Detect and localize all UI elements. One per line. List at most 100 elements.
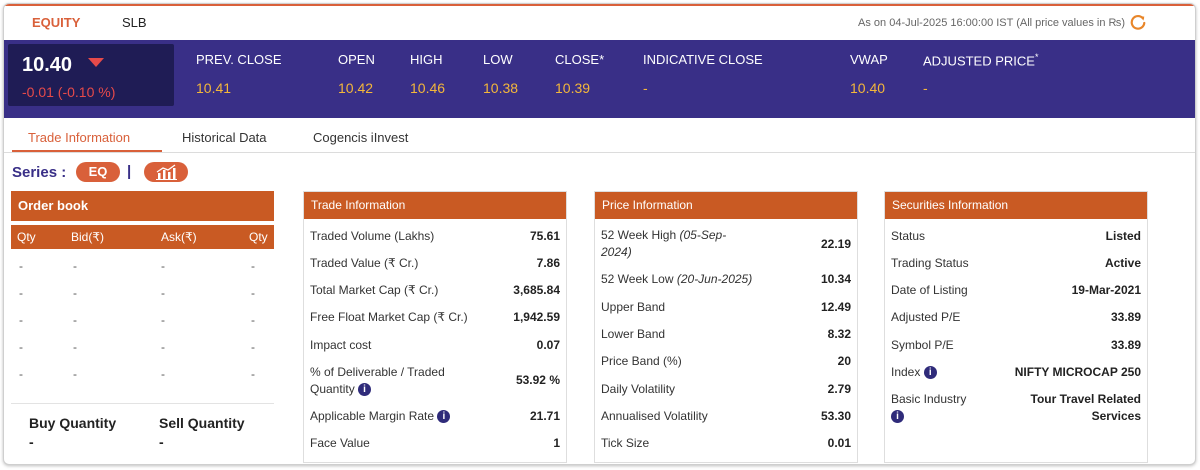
week-high-label: 52 Week High: [601, 228, 677, 242]
order-book-header: Qty Bid(₹) Ask(₹) Qty: [11, 225, 274, 249]
refresh-icon[interactable]: [1129, 13, 1147, 31]
tab-trade-information[interactable]: Trade Information: [28, 130, 130, 145]
face-value-value: 1: [553, 436, 560, 450]
index-label: Index: [891, 365, 921, 379]
week-high-label-row: 52 Week High (05-Sep-: [601, 228, 726, 242]
sell-quantity-value: -: [159, 434, 164, 450]
price-change: -0.01 (-0.10 %): [22, 84, 116, 100]
bar-chart-icon: [156, 164, 177, 180]
adjusted-price-label: ADJUSTED PRICE*: [923, 52, 1038, 68]
order-book-panel: Order book Qty Bid(₹) Ask(₹) Qty - - - -…: [11, 191, 274, 461]
free-float-market-cap-value: 1,942.59: [513, 310, 560, 324]
as-on-timestamp: As on 04-Jul-2025 16:00:00 IST (All pric…: [858, 17, 1125, 29]
info-icon[interactable]: i: [358, 383, 372, 397]
basic-industry-info: i: [891, 409, 904, 424]
trading-status-label: Trading Status: [891, 256, 969, 270]
indicative-close-label: INDICATIVE CLOSE: [643, 52, 763, 67]
info-icon[interactable]: i: [437, 410, 451, 424]
week-high-date-line2: 2024): [601, 245, 632, 259]
basic-industry-value: Tour Travel Related: [1030, 392, 1141, 406]
indicative-close-value: -: [643, 80, 648, 96]
adjusted-price-text: ADJUSTED PRICE: [923, 53, 1035, 69]
tab-equity[interactable]: EQUITY: [32, 15, 80, 30]
upper-band-label: Upper Band: [601, 300, 666, 314]
adjusted-pe-label: Adjusted P/E: [891, 310, 961, 324]
last-price: 10.40: [22, 54, 73, 76]
listing-date-label: Date of Listing: [891, 283, 968, 297]
index-label-row: Index i: [891, 365, 937, 380]
tick-size-value: 0.01: [827, 436, 851, 450]
active-tab-underline: [12, 150, 162, 152]
price-band-label: Price Band (%): [601, 354, 682, 368]
quote-band: 10.40 -0.01 (-0.10 %) PREV. CLOSE 10.41 …: [4, 40, 1195, 118]
order-cell: -: [19, 340, 23, 354]
deliverable-label-line2: Quantity i: [310, 382, 372, 397]
index-value: NIFTY MICROCAP 250: [1014, 365, 1141, 379]
market-tabs: EQUITY SLB As on 04-Jul-2025 16:00:00 IS…: [4, 6, 1195, 40]
info-icon[interactable]: i: [923, 366, 937, 380]
lower-band-label: Lower Band: [601, 327, 666, 341]
listing-date-value: 19-Mar-2021: [1071, 283, 1141, 297]
adjusted-price-star: *: [1034, 52, 1039, 62]
week-high-value: 22.19: [820, 237, 851, 251]
order-cell: -: [251, 313, 255, 327]
upper-band-value: 12.49: [820, 300, 851, 314]
tab-slb[interactable]: SLB: [122, 15, 147, 30]
week-low-date: (20-Jun-2025): [676, 272, 753, 286]
order-cell: -: [251, 259, 255, 273]
impact-cost-label: Impact cost: [310, 338, 372, 352]
detail-tabs: Trade Information Historical Data Cogenc…: [4, 122, 1195, 153]
traded-value-value: 7.86: [536, 256, 560, 270]
symbol-pe-value: 33.89: [1110, 338, 1141, 352]
margin-rate-value: 21.71: [529, 409, 560, 423]
order-cell: -: [161, 286, 165, 300]
order-cell: -: [251, 340, 255, 354]
open-value: 10.42: [338, 80, 374, 96]
order-cell: -: [251, 367, 255, 381]
price-information-panel: Price Information 52 Week High (05-Sep- …: [594, 191, 858, 463]
order-cell: -: [73, 367, 77, 381]
order-book-divider: [11, 403, 274, 404]
order-cell: -: [161, 313, 165, 327]
status-value: Listed: [1105, 229, 1141, 243]
qty-bid-column: Qty: [17, 230, 36, 244]
order-cell: -: [73, 313, 77, 327]
order-cell: -: [19, 286, 23, 300]
impact-cost-value: 0.07: [536, 338, 560, 352]
vwap-label: VWAP: [850, 52, 888, 67]
order-cell: -: [161, 340, 165, 354]
order-cell: -: [73, 259, 77, 273]
trade-information-panel: Trade Information Traded Volume (Lakhs) …: [303, 191, 567, 463]
trading-status-value: Active: [1104, 256, 1141, 270]
close-value: 10.39: [555, 80, 591, 96]
adjusted-price-value: -: [923, 80, 928, 96]
securities-information-panel: Securities Information Status Listed Tra…: [884, 191, 1148, 463]
free-float-market-cap-label: Free Float Market Cap (₹ Cr.): [310, 310, 468, 324]
traded-volume-label: Traded Volume (Lakhs): [310, 229, 435, 243]
status-label: Status: [891, 229, 926, 243]
basic-industry-value-line2: Services: [1091, 409, 1141, 423]
bid-column: Bid(₹): [71, 230, 104, 244]
securities-information-title: Securities Information: [885, 192, 1147, 219]
chart-button[interactable]: [144, 162, 188, 182]
trade-information-title: Trade Information: [304, 192, 566, 219]
order-cell: -: [19, 367, 23, 381]
daily-volatility-label: Daily Volatility: [601, 382, 676, 396]
info-icon[interactable]: i: [891, 410, 904, 424]
tab-historical-data[interactable]: Historical Data: [182, 130, 267, 145]
tab-cogencis-iinvest[interactable]: Cogencis iInvest: [313, 130, 408, 145]
series-separator: |: [127, 163, 132, 180]
vwap-value: 10.40: [850, 80, 886, 96]
last-price-box: 10.40 -0.01 (-0.10 %): [8, 44, 174, 106]
deliverable-label: % of Deliverable / Traded: [310, 365, 445, 379]
order-cell: -: [19, 313, 23, 327]
order-cell: -: [19, 259, 23, 273]
order-cell: -: [161, 259, 165, 273]
basic-industry-label: Basic Industry: [891, 392, 967, 406]
price-band-value: 20: [837, 354, 851, 368]
order-cell: -: [161, 367, 165, 381]
quote-page: EQUITY SLB As on 04-Jul-2025 16:00:00 IS…: [3, 3, 1196, 465]
series-eq-pill[interactable]: EQ: [76, 162, 120, 182]
open-label: OPEN: [338, 52, 375, 67]
total-market-cap-value: 3,685.84: [513, 283, 560, 297]
